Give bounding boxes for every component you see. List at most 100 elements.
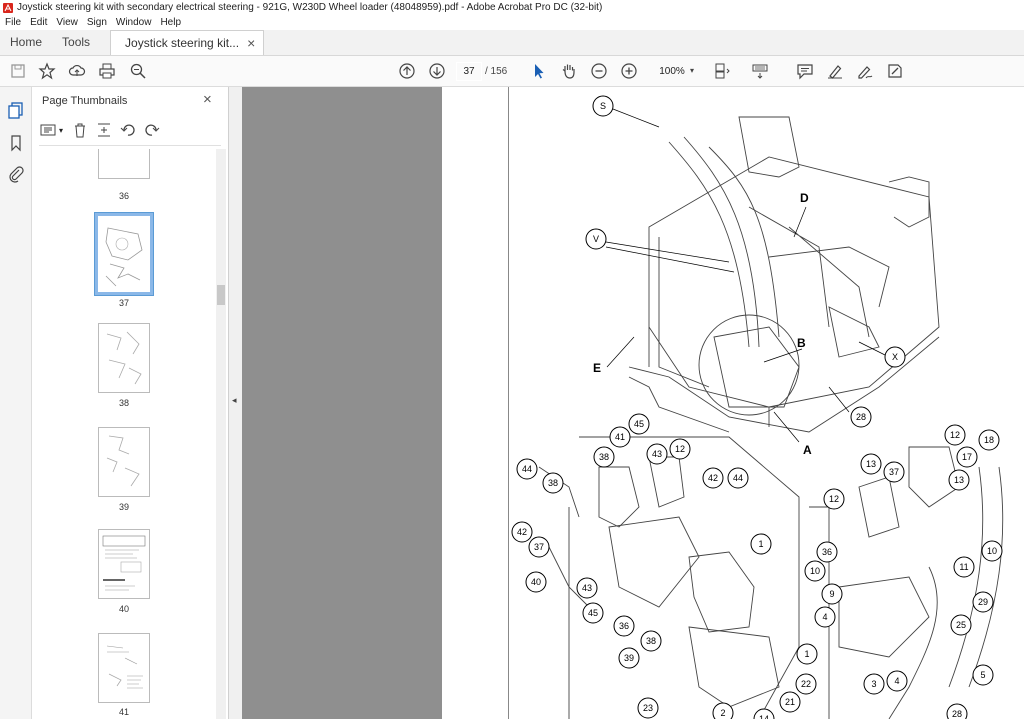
callout-43: 43	[576, 577, 598, 599]
svg-text:45: 45	[588, 608, 598, 618]
zoom-dropdown-caret-icon[interactable]: ▾	[690, 66, 694, 75]
callout-V: V	[585, 228, 607, 250]
menu-view[interactable]: View	[56, 17, 78, 28]
svg-text:23: 23	[643, 703, 653, 713]
menu-help[interactable]: Help	[160, 17, 181, 28]
thumbnail-page-39[interactable]	[98, 427, 150, 497]
upload-cloud-icon[interactable]	[68, 62, 86, 80]
previous-page-icon[interactable]	[398, 62, 416, 80]
options-caret-icon[interactable]: ▾	[57, 121, 65, 139]
options-menu-icon[interactable]	[39, 121, 57, 139]
tab-document[interactable]: Joystick steering kit... ×	[110, 30, 265, 55]
svg-text:13: 13	[954, 475, 964, 485]
svg-text:38: 38	[646, 636, 656, 646]
callout-44: 44	[727, 467, 749, 489]
panel-toolbar: ▾	[39, 119, 167, 141]
menu-sign[interactable]: Sign	[87, 17, 107, 28]
svg-text:14: 14	[759, 714, 769, 719]
svg-text:38: 38	[548, 478, 558, 488]
zoom-in-icon[interactable]	[620, 62, 638, 80]
thumbnail-page-41[interactable]	[98, 633, 150, 703]
svg-text:22: 22	[801, 679, 811, 689]
svg-text:10: 10	[987, 546, 997, 556]
print-icon[interactable]	[98, 62, 116, 80]
tab-tools[interactable]: Tools	[52, 29, 100, 55]
svg-text:10: 10	[810, 566, 820, 576]
callout-4: 4	[886, 670, 908, 692]
callout-42: 42	[511, 521, 533, 543]
callout-38: 38	[542, 472, 564, 494]
thumbnail-page-36[interactable]	[98, 149, 150, 179]
callout-28: 28	[946, 703, 968, 719]
svg-text:11: 11	[959, 562, 968, 572]
svg-text:4: 4	[822, 612, 827, 622]
panel-splitter[interactable]: ◂	[229, 87, 242, 719]
exploded-parts-diagram: S D V B E X A 28 45 41 43 12 38 44 42 37	[511, 95, 1004, 719]
svg-text:S: S	[600, 101, 606, 111]
svg-text:37: 37	[889, 467, 899, 477]
bookmark-star-icon[interactable]	[38, 62, 56, 80]
menu-window[interactable]: Window	[116, 17, 152, 28]
page-number-input[interactable]: 37	[456, 62, 482, 81]
svg-text:44: 44	[522, 464, 532, 474]
callout-S: S	[592, 95, 614, 117]
callout-4: 4	[814, 606, 836, 628]
collapse-panel-arrow-icon[interactable]: ◂	[232, 395, 237, 406]
callout-45: 45	[582, 602, 604, 624]
svg-text:43: 43	[582, 583, 592, 593]
rotate-right-icon[interactable]	[143, 121, 161, 139]
attachments-paperclip-icon[interactable]	[7, 165, 25, 183]
callout-28: 28	[850, 406, 872, 428]
save-icon[interactable]	[9, 62, 27, 80]
highlight-pen-icon[interactable]	[826, 62, 844, 80]
thumbnail-drawing-37	[105, 227, 143, 287]
search-icon[interactable]	[129, 62, 147, 80]
thumbnail-scrollbar-thumb[interactable]	[217, 285, 225, 305]
svg-text:X: X	[892, 352, 898, 362]
select-cursor-icon[interactable]	[530, 62, 548, 80]
svg-text:12: 12	[675, 444, 685, 454]
svg-text:17: 17	[962, 452, 972, 462]
comment-icon[interactable]	[796, 62, 814, 80]
thumbnail-page-40[interactable]	[98, 529, 150, 599]
scroll-mode-icon[interactable]	[751, 62, 769, 80]
previous-page-edge	[442, 87, 508, 719]
callout-1: 1	[750, 533, 772, 555]
edit-pdf-icon[interactable]	[886, 62, 904, 80]
panel-title: Page Thumbnails	[42, 95, 128, 107]
bookmarks-icon[interactable]	[7, 134, 25, 152]
svg-text:18: 18	[984, 435, 994, 445]
tab-close-icon[interactable]: ×	[247, 35, 255, 51]
document-view[interactable]: S D V B E X A 28 45 41 43 12 38 44 42 37	[242, 87, 1024, 719]
next-page-icon[interactable]	[428, 62, 446, 80]
thumbnail-scrollbar[interactable]	[216, 149, 226, 719]
delete-page-icon[interactable]	[71, 121, 89, 139]
tab-home[interactable]: Home	[0, 29, 52, 55]
menu-file[interactable]: File	[5, 17, 21, 28]
svg-text:21: 21	[785, 697, 795, 707]
panel-close-icon[interactable]: ×	[203, 91, 212, 108]
callout-38: 38	[593, 446, 615, 468]
callout-14: 14	[753, 708, 775, 719]
thumbnail-page-37[interactable]	[94, 212, 154, 296]
svg-text:1: 1	[804, 649, 809, 659]
rotate-left-icon[interactable]	[119, 121, 137, 139]
svg-text:2: 2	[720, 708, 725, 718]
svg-text:3: 3	[871, 679, 876, 689]
sign-icon[interactable]	[856, 62, 874, 80]
insert-page-icon[interactable]	[95, 121, 113, 139]
zoom-level-input[interactable]: 100%	[652, 62, 692, 81]
page-display-icon[interactable]	[713, 62, 731, 80]
thumbnail-drawing-40	[102, 535, 146, 591]
callout-1: 1	[796, 643, 818, 665]
callout-23: 23	[637, 697, 659, 719]
hand-tool-icon[interactable]	[560, 62, 578, 80]
thumbnail-list: 36 37 38 39 40 41	[33, 149, 215, 719]
menu-edit[interactable]: Edit	[30, 17, 47, 28]
thumbnail-page-38[interactable]	[98, 323, 150, 393]
page-thumbnails-icon[interactable]	[7, 101, 25, 119]
zoom-out-icon[interactable]	[590, 62, 608, 80]
machine-frame-drawing	[628, 116, 940, 433]
callout-13: 13	[860, 453, 882, 475]
svg-text:45: 45	[634, 419, 644, 429]
